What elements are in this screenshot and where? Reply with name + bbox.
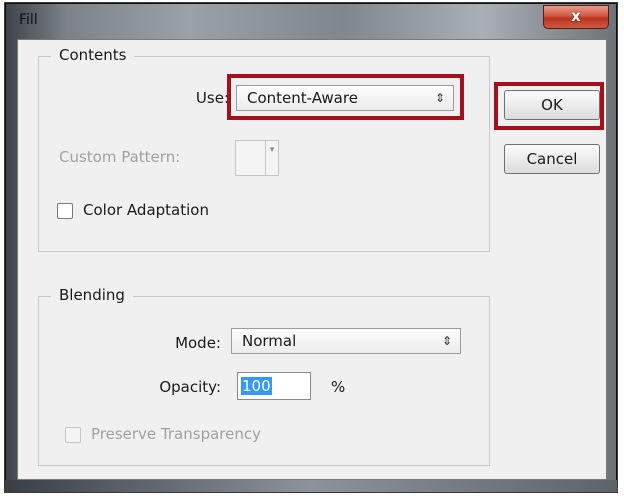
color-adaptation-checkbox[interactable] [57, 203, 73, 219]
cancel-button-label: Cancel [526, 150, 578, 168]
opacity-unit: % [331, 378, 346, 396]
contents-legend: Contents [51, 46, 135, 64]
close-icon: x [571, 7, 581, 25]
select-arrows-icon: ⇕ [441, 334, 452, 348]
close-button[interactable]: x [543, 5, 609, 29]
custom-pattern-label: Custom Pattern: [59, 148, 181, 166]
window-bottom-edge [5, 480, 617, 492]
color-adaptation-label: Color Adaptation [83, 201, 209, 219]
use-select-highlight [227, 74, 464, 120]
preserve-transparency-label: Preserve Transparency [91, 425, 261, 443]
blending-group: Blending Mode: Normal ⇕ Opacity: 100 % P… [38, 286, 490, 466]
fill-dialog-window: Fill x Contents Use: Content-Aware ⇕ Cus… [4, 2, 618, 493]
preserve-transparency-checkbox[interactable] [65, 427, 81, 443]
dialog-title: Fill [19, 12, 38, 28]
opacity-value: 100 [241, 377, 272, 395]
dialog-body: Contents Use: Content-Aware ⇕ Custom Pat… [17, 39, 607, 480]
opacity-input[interactable]: 100 [237, 372, 311, 400]
custom-pattern-picker[interactable]: ▾ [235, 140, 279, 176]
mode-label: Mode: [175, 334, 221, 352]
cancel-button[interactable]: Cancel [504, 144, 600, 174]
use-label: Use: [195, 89, 229, 107]
opacity-label: Opacity: [159, 378, 221, 396]
dropdown-arrow-icon: ▾ [265, 141, 278, 175]
mode-select[interactable]: Normal ⇕ [231, 328, 461, 354]
mode-select-value: Normal [242, 332, 297, 350]
blending-legend: Blending [51, 286, 133, 304]
title-bar[interactable]: Fill x [5, 3, 617, 39]
ok-button-highlight [494, 82, 604, 130]
